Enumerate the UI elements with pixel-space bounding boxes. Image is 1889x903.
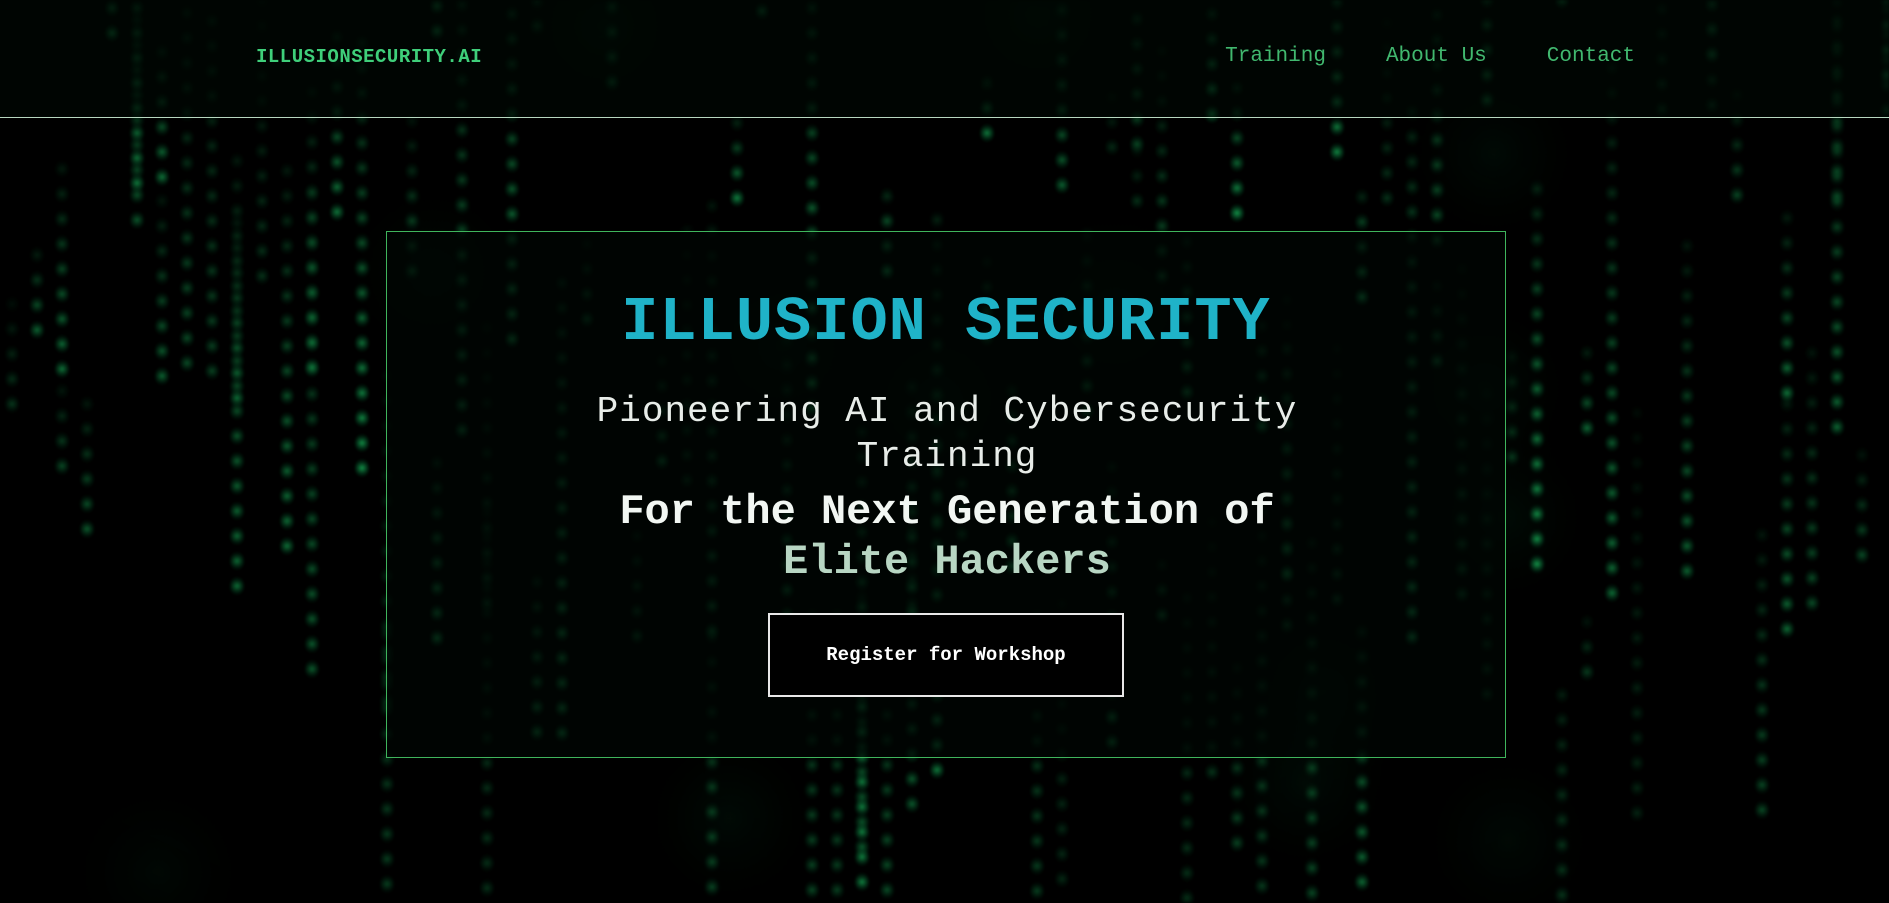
page: ILLUSIONSECURITY.AI Training About Us Co…: [0, 0, 1889, 903]
nav-link-about-us[interactable]: About Us: [1386, 45, 1487, 68]
hero-tagline: For the Next Generation of Elite Hackers: [547, 487, 1347, 587]
navbar: ILLUSIONSECURITY.AI Training About Us Co…: [0, 0, 1889, 118]
hero-tagline-line2: Elite Hackers: [783, 538, 1111, 586]
nav-link-contact[interactable]: Contact: [1547, 45, 1635, 68]
nav-link-training[interactable]: Training: [1225, 45, 1326, 68]
hero-title: ILLUSION SECURITY: [621, 287, 1271, 358]
register-workshop-button[interactable]: Register for Workshop: [768, 613, 1124, 697]
hero-tagline-line1: For the Next Generation of: [619, 488, 1275, 536]
hero-subtitle: Pioneering AI and Cybersecurity Training: [596, 391, 1298, 477]
nav-links: Training About Us Contact: [1225, 45, 1635, 68]
brand-logo-link[interactable]: ILLUSIONSECURITY.AI: [256, 46, 482, 68]
hero-card: ILLUSION SECURITY Pioneering AI and Cybe…: [386, 231, 1506, 758]
